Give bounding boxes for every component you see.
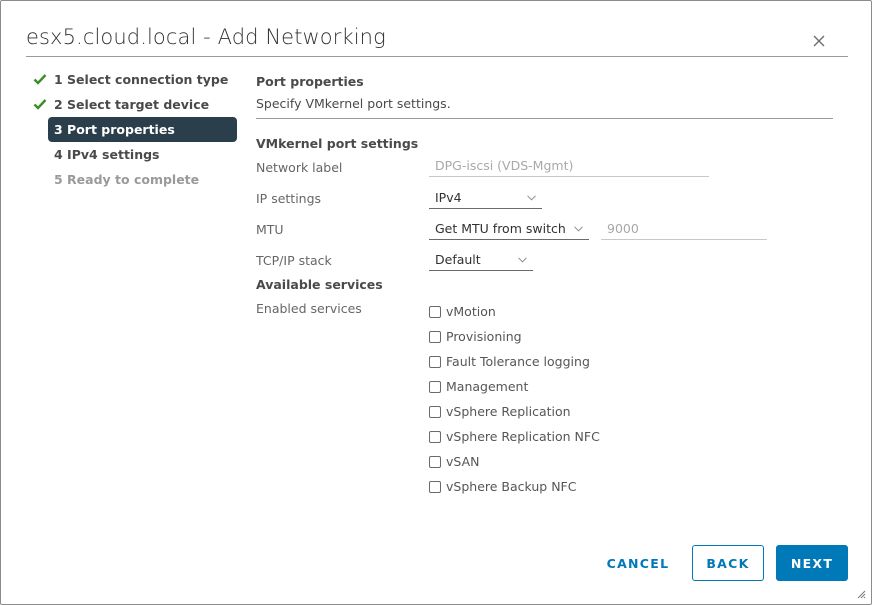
tcpip-stack-label: TCP/IP stack (256, 253, 332, 268)
cancel-button[interactable]: CANCEL (599, 545, 677, 581)
next-button[interactable]: NEXT (776, 545, 848, 581)
service-vsphere-replication[interactable]: vSphere Replication (429, 399, 600, 424)
service-label: vSphere Backup NFC (446, 479, 577, 494)
mtu-value-input: 9000 (601, 218, 767, 240)
checkbox[interactable] (429, 430, 441, 443)
service-vsan[interactable]: vSAN (429, 449, 600, 474)
step-label: 4 IPv4 settings (54, 147, 160, 162)
service-label: Provisioning (446, 329, 522, 344)
close-icon (813, 35, 825, 47)
back-button[interactable]: BACK (692, 545, 764, 581)
service-label: Fault Tolerance logging (446, 354, 590, 369)
step-label: 3 Port properties (54, 122, 175, 137)
section-title: Port properties (256, 74, 364, 89)
service-vsphere-backup-nfc[interactable]: vSphere Backup NFC (429, 474, 600, 499)
mtu-select-value: Get MTU from switch (435, 221, 566, 236)
wizard-steps: 1 Select connection type 2 Select target… (29, 67, 239, 192)
chevron-down-icon (574, 226, 583, 232)
checkbox[interactable] (429, 405, 441, 418)
service-fault-tolerance-logging[interactable]: Fault Tolerance logging (429, 349, 600, 374)
resize-handle-icon[interactable] (857, 590, 866, 599)
step-port-properties[interactable]: 3 Port properties (48, 117, 237, 142)
chevron-down-icon (527, 195, 536, 201)
step-label: 2 Select target device (54, 97, 210, 112)
dialog-title: esx5.cloud.local - Add Networking (26, 25, 386, 49)
network-label-field: DPG-iscsi (VDS-Mgmt) (429, 155, 709, 177)
tcpip-stack-select[interactable]: Default (429, 249, 533, 271)
tcpip-stack-value: Default (435, 252, 481, 267)
check-icon (33, 99, 47, 110)
service-provisioning[interactable]: Provisioning (429, 324, 600, 349)
service-vmotion[interactable]: vMotion (429, 299, 600, 324)
mtu-value: 9000 (607, 221, 639, 236)
ip-settings-label: IP settings (256, 191, 322, 206)
step-ready-to-complete: 5 Ready to complete (29, 167, 239, 192)
ip-settings-select[interactable]: IPv4 (429, 187, 542, 209)
service-label: vSphere Replication NFC (446, 429, 600, 444)
service-label: vMotion (446, 304, 496, 319)
add-networking-dialog: esx5.cloud.local - Add Networking 1 Sele… (0, 0, 872, 605)
network-label-value: DPG-iscsi (VDS-Mgmt) (435, 158, 574, 173)
checkbox[interactable] (429, 380, 441, 393)
service-label: vSphere Replication (446, 404, 571, 419)
section-divider (256, 118, 833, 119)
service-management[interactable]: Management (429, 374, 600, 399)
close-button[interactable] (809, 31, 829, 51)
mtu-label: MTU (256, 222, 284, 237)
chevron-down-icon (518, 257, 527, 263)
enabled-services-label: Enabled services (256, 301, 362, 316)
network-label-label: Network label (256, 160, 343, 175)
service-label: vSAN (446, 454, 480, 469)
checkbox[interactable] (429, 305, 441, 318)
step-label: 5 Ready to complete (54, 172, 200, 187)
checkbox[interactable] (429, 480, 441, 493)
check-icon (33, 74, 47, 85)
section-description: Specify VMkernel port settings. (256, 96, 451, 111)
checkbox[interactable] (429, 455, 441, 468)
service-label: Management (446, 379, 529, 394)
available-services-title: Available services (256, 277, 383, 292)
vmkernel-settings-title: VMkernel port settings (256, 136, 419, 151)
step-select-connection-type[interactable]: 1 Select connection type (29, 67, 239, 92)
checkbox[interactable] (429, 355, 441, 368)
step-select-target-device[interactable]: 2 Select target device (29, 92, 239, 117)
title-divider (26, 56, 848, 57)
mtu-select[interactable]: Get MTU from switch (429, 218, 589, 240)
ip-settings-value: IPv4 (435, 190, 462, 205)
services-checkbox-list: vMotion Provisioning Fault Tolerance log… (429, 299, 600, 499)
checkbox[interactable] (429, 330, 441, 343)
step-label: 1 Select connection type (54, 72, 229, 87)
step-ipv4-settings[interactable]: 4 IPv4 settings (29, 142, 239, 167)
service-vsphere-replication-nfc[interactable]: vSphere Replication NFC (429, 424, 600, 449)
